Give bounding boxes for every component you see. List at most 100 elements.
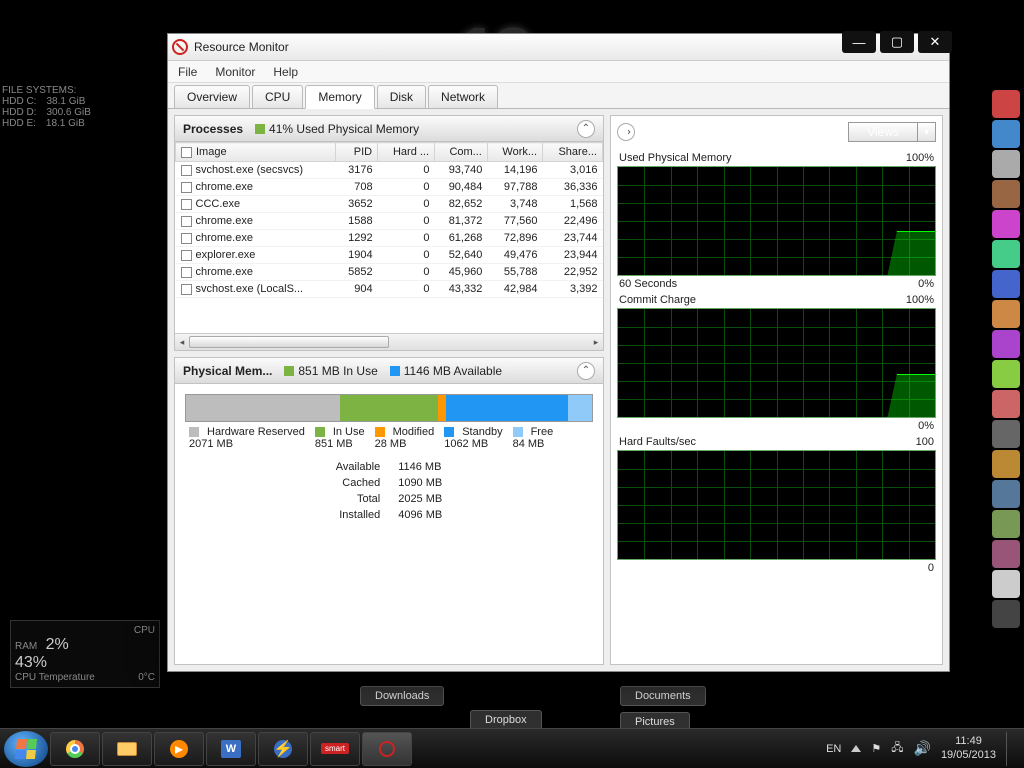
tray-show-hidden-icon[interactable]: [851, 745, 861, 752]
tray-clock[interactable]: 11:4919/05/2013: [941, 735, 996, 761]
col-header[interactable]: Work...: [487, 143, 542, 162]
available-icon: [390, 366, 400, 376]
resource-monitor-icon: [172, 39, 188, 55]
processes-collapse-button[interactable]: ⌃: [577, 120, 595, 138]
processes-table[interactable]: ImagePIDHard ...Com...Work...Share...svc…: [175, 142, 603, 333]
side-tile[interactable]: [992, 480, 1020, 508]
table-row[interactable]: svchost.exe (secsvcs)3176093,74014,1963,…: [176, 162, 603, 179]
tray-language[interactable]: EN: [826, 743, 841, 755]
table-row[interactable]: chrome.exe708090,48497,78836,336: [176, 179, 603, 196]
processes-summary: 41% Used Physical Memory: [269, 122, 419, 136]
menu-help[interactable]: Help: [273, 65, 298, 79]
mem-used-icon: [255, 124, 265, 134]
side-tile[interactable]: [992, 450, 1020, 478]
desktop-filesystem-widget: FILE SYSTEMS: HDD C:38.1 GiBHDD D:300.6 …: [2, 85, 91, 129]
side-tile[interactable]: [992, 240, 1020, 268]
processes-hscrollbar[interactable]: ◂▸: [175, 333, 603, 350]
physmem-collapse-button[interactable]: ⌃: [577, 362, 595, 380]
physical-memory-panel: Physical Mem... 851 MB In Use 1146 MB Av…: [174, 357, 604, 665]
side-tile[interactable]: [992, 360, 1020, 388]
side-tile[interactable]: [992, 420, 1020, 448]
side-tile[interactable]: [992, 330, 1020, 358]
side-tile[interactable]: [992, 390, 1020, 418]
titlebar[interactable]: Resource Monitor: [168, 34, 949, 61]
col-header[interactable]: Image: [176, 143, 336, 162]
taskbar-resource-monitor[interactable]: [362, 732, 412, 766]
tab-disk[interactable]: Disk: [377, 85, 426, 108]
dock-downloads[interactable]: Downloads: [360, 686, 444, 706]
taskbar-mediaplayer[interactable]: ▸: [154, 732, 204, 766]
dock-dropbox[interactable]: Dropbox: [470, 710, 542, 730]
side-tile[interactable]: [992, 150, 1020, 178]
physmem-inuse: 851 MB In Use: [298, 364, 377, 378]
tray-network-icon[interactable]: 🖧: [891, 739, 903, 758]
legend-item: In Use851 MB: [315, 426, 365, 450]
col-header[interactable]: Hard ...: [378, 143, 435, 162]
processes-title: Processes: [183, 122, 243, 136]
dock-documents[interactable]: Documents: [620, 686, 706, 706]
memory-usage-bar: [185, 394, 593, 422]
graph-2: Hard Faults/sec1000: [617, 434, 936, 576]
side-tile[interactable]: [992, 210, 1020, 238]
legend-item: Free84 MB: [513, 426, 554, 450]
resource-monitor-window: — ▢ ✕ Resource Monitor File Monitor Help O…: [167, 33, 950, 672]
graphs-collapse-button[interactable]: ⌃: [617, 123, 635, 141]
menu-file[interactable]: File: [178, 65, 197, 79]
views-button[interactable]: Views: [848, 122, 918, 142]
tray-volume-icon[interactable]: 🔊: [914, 740, 931, 757]
table-row[interactable]: chrome.exe5852045,96055,78822,952: [176, 264, 603, 281]
graph-1: Commit Charge100%0%: [617, 292, 936, 434]
tabbar: OverviewCPUMemoryDiskNetwork: [168, 83, 949, 109]
side-tile[interactable]: [992, 90, 1020, 118]
side-tile[interactable]: [992, 300, 1020, 328]
taskbar-word[interactable]: W: [206, 732, 256, 766]
col-header[interactable]: Share...: [543, 143, 603, 162]
taskbar: ▸ W ⚡ smart EN ⚑ 🖧 🔊 11:4919/05/2013: [0, 728, 1024, 768]
memory-stats: Available1146 MBCached1090 MBTotal2025 M…: [175, 450, 603, 536]
desktop-cpu-widget: CPU RAM 2% 43% CPU Temperature 0°C: [10, 620, 160, 688]
desktop-side-tiles: [992, 90, 1022, 628]
side-tile[interactable]: [992, 270, 1020, 298]
graphs-panel: ⌃ Views ▾ Used Physical Memory100%60 Sec…: [610, 115, 943, 665]
tab-network[interactable]: Network: [428, 85, 498, 108]
table-row[interactable]: CCC.exe3652082,6523,7481,568: [176, 196, 603, 213]
processes-panel: Processes 41% Used Physical Memory ⌃ Ima…: [174, 115, 604, 351]
physmem-avail: 1146 MB Available: [404, 364, 502, 378]
tray-flag-icon[interactable]: ⚑: [871, 742, 881, 755]
table-row[interactable]: chrome.exe1588081,37277,56022,496: [176, 213, 603, 230]
side-tile[interactable]: [992, 180, 1020, 208]
side-tile[interactable]: [992, 120, 1020, 148]
tab-cpu[interactable]: CPU: [252, 85, 303, 108]
taskbar-app-smart[interactable]: smart: [310, 732, 360, 766]
maximize-button[interactable]: ▢: [880, 31, 914, 53]
legend-item: Standby1062 MB: [444, 426, 502, 450]
col-header[interactable]: PID: [336, 143, 378, 162]
minimize-button[interactable]: —: [842, 31, 876, 53]
taskbar-explorer[interactable]: [102, 732, 152, 766]
inuse-icon: [284, 366, 294, 376]
table-row[interactable]: explorer.exe1904052,64049,47623,944: [176, 247, 603, 264]
taskbar-app-bolt[interactable]: ⚡: [258, 732, 308, 766]
close-button[interactable]: ✕: [918, 31, 952, 53]
graph-0: Used Physical Memory100%60 Seconds0%: [617, 150, 936, 292]
show-desktop-button[interactable]: [1006, 732, 1014, 766]
side-tile[interactable]: [992, 570, 1020, 598]
side-tile[interactable]: [992, 600, 1020, 628]
memory-legend: Hardware Reserved2071 MB In Use851 MB Modi…: [175, 426, 603, 450]
table-row[interactable]: chrome.exe1292061,26872,89623,744: [176, 230, 603, 247]
start-button[interactable]: [4, 731, 48, 767]
physmem-title: Physical Mem...: [183, 364, 272, 378]
legend-item: Hardware Reserved2071 MB: [189, 426, 305, 450]
tab-memory[interactable]: Memory: [305, 85, 374, 109]
views-dropdown-button[interactable]: ▾: [918, 122, 936, 142]
window-title: Resource Monitor: [194, 40, 289, 54]
menu-monitor[interactable]: Monitor: [215, 65, 255, 79]
side-tile[interactable]: [992, 540, 1020, 568]
legend-item: Modified28 MB: [375, 426, 435, 450]
taskbar-chrome[interactable]: [50, 732, 100, 766]
table-row[interactable]: svchost.exe (LocalS...904043,33242,9843,…: [176, 281, 603, 298]
col-header[interactable]: Com...: [435, 143, 488, 162]
windows-logo-icon: [15, 739, 37, 759]
side-tile[interactable]: [992, 510, 1020, 538]
tab-overview[interactable]: Overview: [174, 85, 250, 108]
